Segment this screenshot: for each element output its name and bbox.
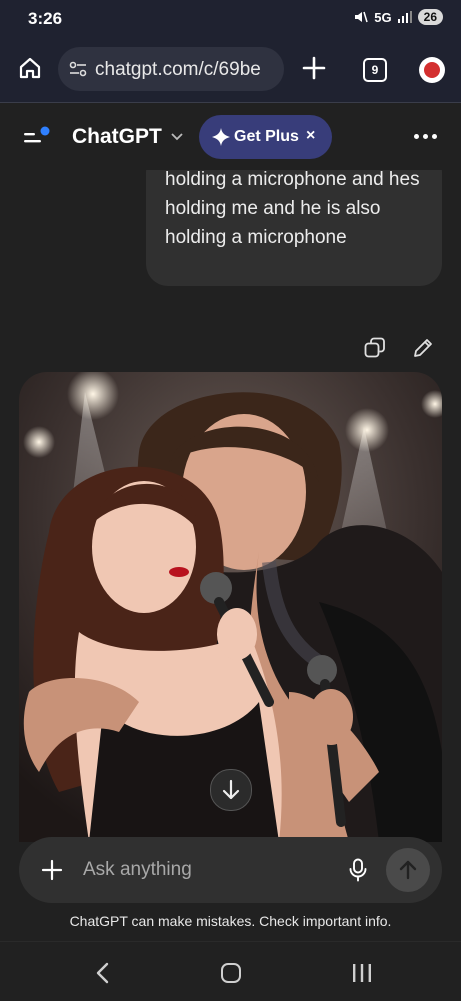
home-icon[interactable] [18, 56, 42, 80]
browser-toolbar: chatgpt.com/c/69be 9 [0, 36, 461, 103]
tune-icon[interactable] [68, 59, 88, 79]
nav-home-icon[interactable] [221, 963, 241, 983]
menu-icon[interactable] [24, 126, 54, 148]
mic-icon[interactable] [347, 858, 369, 882]
nav-back-icon[interactable] [95, 962, 111, 984]
send-icon [399, 860, 417, 880]
message-actions [360, 337, 450, 361]
app-header: ChatGPT Get Plus × [0, 103, 461, 170]
network-type: 5G [374, 9, 392, 25]
sparkle-icon [212, 128, 230, 146]
get-plus-label: Get Plus [234, 128, 299, 145]
system-nav-bar [0, 941, 461, 1001]
message-composer: Ask anything [19, 837, 442, 903]
extension-icon[interactable] [419, 57, 445, 83]
nav-recents-icon[interactable] [352, 964, 372, 982]
get-plus-button[interactable]: Get Plus × [199, 115, 332, 159]
close-icon[interactable]: × [306, 127, 315, 145]
app-title[interactable]: ChatGPT [72, 125, 162, 149]
user-message: have a show and stage and im holding a m… [146, 150, 442, 286]
disclaimer-text: ChatGPT can make mistakes. Check importa… [69, 913, 392, 929]
status-time: 3:26 [28, 9, 63, 28]
mute-icon [355, 11, 369, 23]
edit-icon[interactable] [412, 337, 434, 359]
tab-switcher-icon[interactable]: 9 [363, 58, 387, 82]
arrow-down-icon [222, 779, 240, 800]
chevron-down-icon[interactable] [170, 131, 184, 143]
more-icon[interactable] [414, 128, 438, 146]
plus-icon[interactable] [300, 54, 328, 82]
status-indicators: 5G 26 [354, 9, 443, 25]
battery-level: 26 [417, 9, 443, 25]
address-bar[interactable]: chatgpt.com/c/69be [58, 47, 284, 91]
copy-icon[interactable] [364, 337, 386, 359]
scroll-down-button[interactable] [210, 769, 252, 811]
attach-plus-icon[interactable] [41, 859, 63, 881]
status-bar: 3:26 5G 26 [0, 0, 461, 36]
url-text[interactable]: chatgpt.com/c/69be [95, 59, 279, 81]
send-button[interactable] [386, 848, 430, 892]
signal-icon [397, 11, 412, 23]
composer-input[interactable]: Ask anything [83, 859, 192, 881]
